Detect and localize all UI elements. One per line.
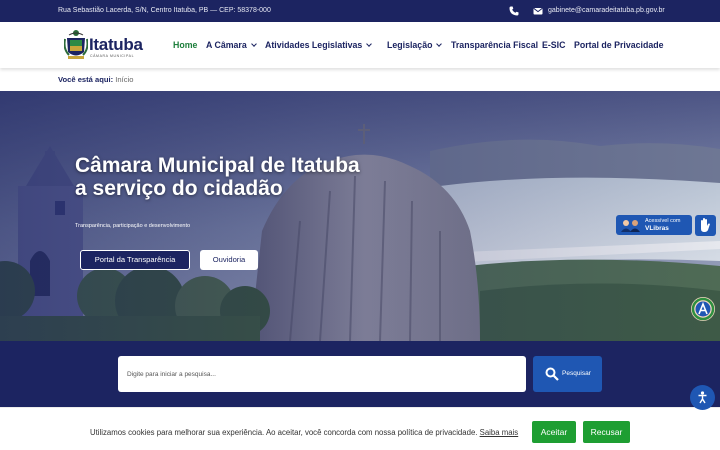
crest-icon	[64, 30, 88, 59]
nav-label: Legislação	[387, 40, 433, 50]
search-button[interactable]: Pesquisar	[533, 356, 602, 392]
vlibras-line2: VLibras	[645, 225, 669, 232]
chevron-down-icon	[250, 41, 257, 47]
nav-home[interactable]: Home	[173, 40, 197, 50]
cookie-text-wrap: Utilizamos cookies para melhorar sua exp…	[90, 428, 518, 437]
hero-subtitle: Transparência, participação e desenvolvi…	[75, 223, 191, 229]
search-input[interactable]	[118, 356, 526, 392]
email-link[interactable]: gabinete@camaradeitatuba.pb.gov.br	[548, 7, 665, 14]
hero-banner: Câmara Municipal de Itatuba a serviço do…	[0, 91, 720, 341]
reject-cookies-button[interactable]: Recusar	[583, 421, 630, 443]
accessibility-badge-icon[interactable]	[690, 296, 716, 322]
nav-label: Atividades Legislativas	[265, 40, 363, 50]
nav-transparencia-fiscal[interactable]: Transparência Fiscal	[451, 40, 538, 50]
logo-name: Itatuba	[89, 35, 143, 54]
search-section: Pesquisar	[0, 341, 720, 407]
accessibility-button[interactable]	[690, 385, 715, 410]
nav-atividades-legislativas[interactable]: Atividades Legislativas	[265, 40, 373, 50]
nav-label: Transparência Fiscal	[451, 40, 539, 50]
breadcrumb-prefix: Você está aqui:	[58, 75, 114, 84]
breadcrumb: Você está aqui: Início	[58, 75, 133, 84]
portal-transparencia-button[interactable]: Portal da Transparência	[80, 250, 190, 270]
hand-icon	[701, 218, 710, 232]
vlibras-line1: Acessível com	[645, 218, 681, 224]
chevron-down-icon	[436, 41, 443, 47]
cookie-text: Utilizamos cookies para melhorar sua exp…	[90, 428, 478, 437]
search-icon	[545, 367, 559, 381]
breadcrumb-home-link[interactable]: Início	[115, 75, 133, 84]
nav-legislacao[interactable]: Legislação	[387, 40, 443, 50]
nav-label: E-SIC	[542, 40, 566, 50]
site-logo[interactable]: Itatuba CÂMARA MUNICIPAL	[64, 27, 144, 63]
nav-label: A Câmara	[206, 40, 247, 50]
hero-title: Câmara Municipal de Itatuba a serviço do…	[75, 154, 360, 200]
top-bar: Rua Sebastião Lacerda, S/N, Centro Itatu…	[0, 0, 720, 22]
hero-background-image	[0, 91, 720, 341]
nav-label: Portal de Privacidade	[574, 40, 664, 50]
phone-icon[interactable]	[508, 5, 520, 17]
ouvidoria-button[interactable]: Ouvidoria	[200, 250, 258, 270]
search-button-label: Pesquisar	[562, 370, 591, 377]
address-text: Rua Sebastião Lacerda, S/N, Centro Itatu…	[58, 7, 271, 14]
chevron-down-icon	[366, 41, 373, 47]
nav-portal-privacidade[interactable]: Portal de Privacidade	[574, 40, 663, 50]
nav-e-sic[interactable]: E-SIC	[542, 40, 565, 50]
envelope-icon	[533, 8, 543, 15]
site-header: Itatuba CÂMARA MUNICIPAL Home A Câmara A…	[0, 22, 720, 68]
vlibras-widget[interactable]: Acessível com VLibras	[616, 215, 692, 235]
accessibility-icon	[698, 391, 707, 404]
cookie-more-link[interactable]: Saiba mais	[480, 428, 519, 437]
accept-cookies-button[interactable]: Aceitar	[532, 421, 576, 443]
vlibras-hand-button[interactable]	[695, 215, 716, 236]
vlibras-avatars-icon	[621, 220, 640, 232]
cookie-banner: Utilizamos cookies para melhorar sua exp…	[0, 407, 720, 450]
nav-label: Home	[173, 40, 198, 50]
logo-tagline: CÂMARA MUNICIPAL	[90, 54, 135, 58]
nav-a-camara[interactable]: A Câmara	[206, 40, 257, 50]
